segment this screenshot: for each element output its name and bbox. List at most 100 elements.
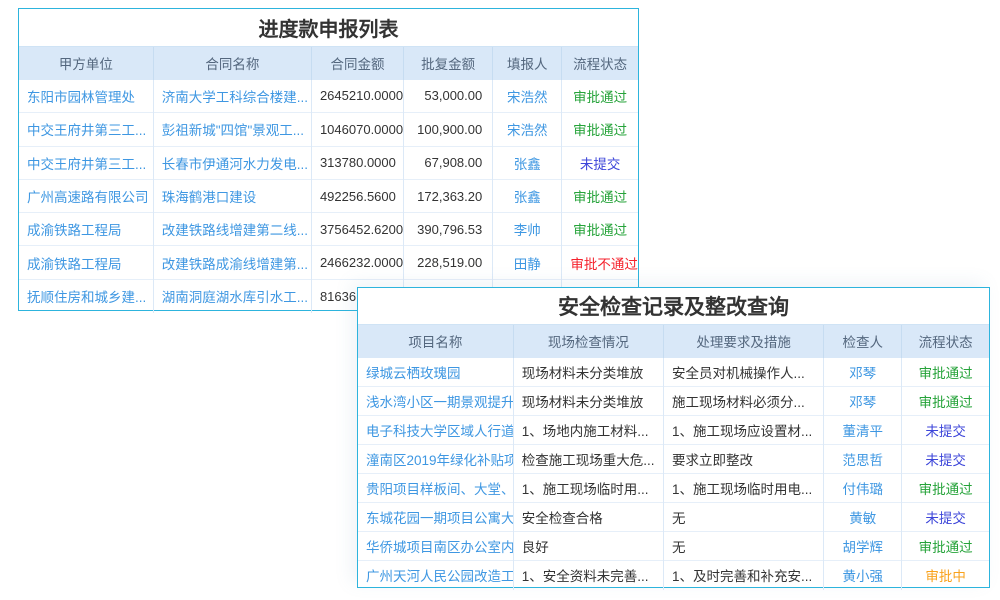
cell-status: 审批中: [902, 561, 989, 590]
cell-measures: 安全员对机械操作人...: [663, 358, 823, 387]
cell-contract-name: 长春市伊通河水力发电...: [153, 146, 311, 179]
cell-project-name[interactable]: 浅水湾小区一期景观提升: [358, 387, 513, 416]
cell-party-unit[interactable]: 抚顺住房和城乡建...: [19, 279, 153, 312]
cell-inspector-name: 范思哲: [824, 445, 902, 474]
table-row: 绿城云栖玫瑰园现场材料未分类堆放安全员对机械操作人...邓琴审批通过: [358, 358, 989, 387]
cell-inspector-name: 邓琴: [824, 387, 902, 416]
cell-contract-name: 彭祖新城"四馆"景观工...: [153, 113, 311, 146]
cell-project-name[interactable]: 东城花园一期项目公寓大: [358, 503, 513, 532]
cell-contract-name: 珠海鹤港口建设: [153, 179, 311, 212]
cell-approved-amount: 67,908.00: [404, 146, 493, 179]
cell-party-unit[interactable]: 中交王府井第三工...: [19, 146, 153, 179]
safety-inspection-table: 项目名称现场检查情况处理要求及措施检查人流程状态 绿城云栖玫瑰园现场材料未分类堆…: [358, 324, 989, 590]
cell-inspection-findings: 安全检查合格: [513, 503, 663, 532]
cell-status: 审批通过: [902, 387, 989, 416]
table-row: 潼南区2019年绿化补贴项目检查施工现场重大危...要求立即整改范思哲未提交: [358, 445, 989, 474]
cell-project-name[interactable]: 电子科技大学区域人行道: [358, 416, 513, 445]
cell-inspector-name: 黄小强: [824, 561, 902, 590]
cell-inspector-name: 黄敏: [824, 503, 902, 532]
safety-inspection-window: 安全检查记录及整改查询 项目名称现场检查情况处理要求及措施检查人流程状态 绿城云…: [357, 287, 990, 588]
cell-contract-amount: 3756452.6200: [311, 213, 403, 246]
column-header: 项目名称: [358, 325, 513, 358]
cell-project-name[interactable]: 贵阳项目样板间、大堂、: [358, 474, 513, 503]
cell-party-unit[interactable]: 成渝铁路工程局: [19, 213, 153, 246]
cell-inspector-name: 胡学辉: [824, 532, 902, 561]
progress-payment-window: 进度款申报列表 甲方单位合同名称合同金额批复金额填报人流程状态 东阳市园林管理处…: [18, 8, 639, 311]
table-row: 浅水湾小区一期景观提升现场材料未分类堆放施工现场材料必须分...邓琴审批通过: [358, 387, 989, 416]
table-row: 中交王府井第三工...长春市伊通河水力发电...313780.000067,90…: [19, 146, 638, 179]
progress-payment-window-title: 进度款申报列表: [19, 9, 638, 46]
table-row: 成渝铁路工程局改建铁路成渝线增建第...2466232.0000228,519.…: [19, 246, 638, 279]
cell-status: 审批通过: [902, 532, 989, 561]
cell-measures: 1、施工现场应设置材...: [663, 416, 823, 445]
safety-inspection-table-body: 绿城云栖玫瑰园现场材料未分类堆放安全员对机械操作人...邓琴审批通过浅水湾小区一…: [358, 358, 989, 590]
cell-status: 审批通过: [562, 113, 638, 146]
cell-inspection-findings: 检查施工现场重大危...: [513, 445, 663, 474]
cell-inspector-name: 邓琴: [824, 358, 902, 387]
cell-inspector-name: 付伟璐: [824, 474, 902, 503]
cell-contract-name: 改建铁路线增建第二线...: [153, 213, 311, 246]
cell-inspector-name: 董清平: [824, 416, 902, 445]
cell-project-name[interactable]: 华侨城项目南区办公室内: [358, 532, 513, 561]
cell-measures: 施工现场材料必须分...: [663, 387, 823, 416]
cell-measures: 无: [663, 503, 823, 532]
cell-approved-amount: 53,000.00: [404, 80, 493, 113]
progress-payment-table-body: 东阳市园林管理处济南大学工科综合楼建...2645210.000053,000.…: [19, 80, 638, 313]
table-row: 东城花园一期项目公寓大安全检查合格无黄敏未提交: [358, 503, 989, 532]
cell-status: 审批通过: [902, 474, 989, 503]
column-header: 流程状态: [562, 47, 638, 80]
table-row: 电子科技大学区域人行道1、场地内施工材料...1、施工现场应设置材...董清平未…: [358, 416, 989, 445]
table-row: 中交王府井第三工...彭祖新城"四馆"景观工...1046070.0000100…: [19, 113, 638, 146]
cell-contract-amount: 2466232.0000: [311, 246, 403, 279]
cell-filler-name: 李帅: [493, 213, 562, 246]
cell-contract-name: 济南大学工科综合楼建...: [153, 80, 311, 113]
cell-approved-amount: 228,519.00: [404, 246, 493, 279]
cell-status: 未提交: [902, 503, 989, 532]
cell-contract-name: 湖南洞庭湖水库引水工...: [153, 279, 311, 312]
table-row: 华侨城项目南区办公室内良好无胡学辉审批通过: [358, 532, 989, 561]
cell-status: 审批通过: [562, 213, 638, 246]
cell-filler-name: 田静: [493, 246, 562, 279]
table-row: 东阳市园林管理处济南大学工科综合楼建...2645210.000053,000.…: [19, 80, 638, 113]
cell-project-name[interactable]: 绿城云栖玫瑰园: [358, 358, 513, 387]
cell-project-name[interactable]: 潼南区2019年绿化补贴项目: [358, 445, 513, 474]
cell-status: 审批不通过: [562, 246, 638, 279]
cell-project-name[interactable]: 广州天河人民公园改造工: [358, 561, 513, 590]
cell-approved-amount: 390,796.53: [404, 213, 493, 246]
column-header: 处理要求及措施: [663, 325, 823, 358]
cell-approved-amount: 100,900.00: [404, 113, 493, 146]
column-header: 填报人: [493, 47, 562, 80]
table-row: 贵阳项目样板间、大堂、1、施工现场临时用...1、施工现场临时用电...付伟璐审…: [358, 474, 989, 503]
cell-contract-amount: 1046070.0000: [311, 113, 403, 146]
cell-filler-name: 宋浩然: [493, 80, 562, 113]
column-header: 流程状态: [902, 325, 989, 358]
table-header-row: 项目名称现场检查情况处理要求及措施检查人流程状态: [358, 325, 989, 358]
cell-inspection-findings: 现场材料未分类堆放: [513, 387, 663, 416]
cell-filler-name: 张鑫: [493, 146, 562, 179]
cell-approved-amount: 172,363.20: [404, 179, 493, 212]
progress-payment-table: 甲方单位合同名称合同金额批复金额填报人流程状态 东阳市园林管理处济南大学工科综合…: [19, 46, 638, 313]
table-row: 广州高速路有限公司珠海鹤港口建设492256.5600172,363.20张鑫审…: [19, 179, 638, 212]
cell-measures: 1、及时完善和补充安...: [663, 561, 823, 590]
cell-status: 审批通过: [902, 358, 989, 387]
column-header: 检查人: [824, 325, 902, 358]
cell-inspection-findings: 良好: [513, 532, 663, 561]
cell-contract-amount: 313780.0000: [311, 146, 403, 179]
table-row: 广州天河人民公园改造工1、安全资料未完善...1、及时完善和补充安...黄小强审…: [358, 561, 989, 590]
column-header: 甲方单位: [19, 47, 153, 80]
table-row: 成渝铁路工程局改建铁路线增建第二线...3756452.6200390,796.…: [19, 213, 638, 246]
cell-party-unit[interactable]: 广州高速路有限公司: [19, 179, 153, 212]
cell-measures: 1、施工现场临时用电...: [663, 474, 823, 503]
cell-party-unit[interactable]: 中交王府井第三工...: [19, 113, 153, 146]
cell-filler-name: 张鑫: [493, 179, 562, 212]
cell-contract-amount: 492256.5600: [311, 179, 403, 212]
table-header-row: 甲方单位合同名称合同金额批复金额填报人流程状态: [19, 47, 638, 80]
cell-party-unit[interactable]: 东阳市园林管理处: [19, 80, 153, 113]
cell-inspection-findings: 1、施工现场临时用...: [513, 474, 663, 503]
cell-filler-name: 宋浩然: [493, 113, 562, 146]
cell-inspection-findings: 1、安全资料未完善...: [513, 561, 663, 590]
cell-contract-name: 改建铁路成渝线增建第...: [153, 246, 311, 279]
cell-status: 审批通过: [562, 80, 638, 113]
cell-measures: 要求立即整改: [663, 445, 823, 474]
cell-party-unit[interactable]: 成渝铁路工程局: [19, 246, 153, 279]
